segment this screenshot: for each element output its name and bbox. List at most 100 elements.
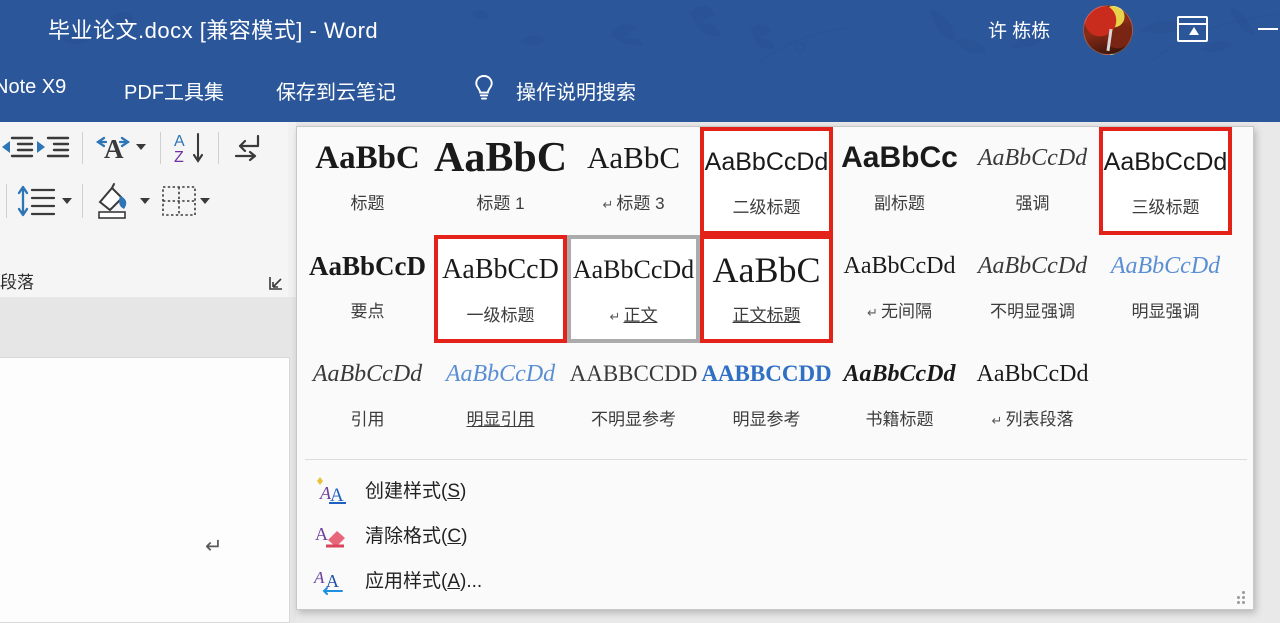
style-preview: AaBbC	[587, 140, 680, 175]
style-name: 副标题	[874, 189, 925, 214]
shading-icon[interactable]	[90, 180, 136, 222]
style-item-标题[interactable]: AaBbC 标题	[301, 127, 434, 235]
increase-indent-icon[interactable]	[34, 130, 72, 164]
sort-az-icon[interactable]: A Z	[168, 128, 212, 168]
style-item-正文标题[interactable]: AaBbC 正文标题	[700, 235, 833, 343]
borders-dropdown-arrow-icon[interactable]	[200, 198, 210, 204]
style-preview: AaBbCcDd	[843, 360, 956, 387]
style-name-text: 明显参考	[732, 410, 801, 429]
style-preview: AaBbCcDd	[1110, 252, 1221, 279]
ribbon-tab-bar: Note X9 PDF工具集 保存到云笔记 操作说明搜索	[0, 62, 1280, 122]
style-preview: AaBbCcDd	[843, 252, 956, 279]
style-item-书籍标题[interactable]: AaBbCcDd 书籍标题	[833, 343, 966, 451]
avatar[interactable]	[1083, 5, 1133, 55]
menu-label-pre: 应用样式(	[365, 571, 448, 592]
style-item-二级标题[interactable]: AaBbCcDd 二级标题	[700, 127, 833, 235]
style-name-text: 三级标题	[1131, 198, 1200, 217]
tab-tell-me[interactable]: 操作说明搜索	[516, 76, 636, 105]
menu-item-label: 清除格式(C)	[365, 521, 467, 548]
line-spacing-dropdown-arrow-icon[interactable]	[62, 198, 72, 204]
style-name-text: 要点	[350, 302, 385, 321]
style-preview: AaBbCcDd	[976, 360, 1089, 387]
style-item-标题 3[interactable]: AaBbC ↵ 标题 3	[567, 127, 700, 235]
style-name-text: 标题 3	[616, 194, 665, 213]
style-name-text: 标题 1	[476, 194, 525, 213]
create-style-icon: AA	[313, 475, 347, 506]
text-direction-icon[interactable]: A	[92, 128, 134, 166]
ribbon-surface: A A Z 段落	[0, 122, 296, 297]
lightbulb-icon	[475, 75, 493, 100]
style-item-不明显强调[interactable]: AaBbCcDd 不明显强调	[966, 235, 1099, 343]
paragraph-dialog-launcher-icon[interactable]	[268, 275, 284, 291]
style-item-明显参考[interactable]: AABBCCDD 明显参考	[700, 343, 833, 451]
style-item-副标题[interactable]: AaBbCc 副标题	[833, 127, 966, 235]
style-name-text: 正文	[623, 306, 658, 325]
style-name: 明显参考	[733, 405, 801, 430]
pilcrow-icon: ↵	[609, 309, 621, 324]
clear-formatting-icon: A	[313, 520, 347, 550]
menu-item-apply-styles[interactable]: A A 应用样式(A)...	[305, 557, 1247, 602]
svg-text:A: A	[315, 524, 328, 544]
menu-item-clear-formatting[interactable]: A 清除格式(C)	[305, 512, 1247, 557]
style-name: 一级标题	[467, 301, 535, 326]
style-name: ↵ 标题 3	[602, 189, 664, 214]
style-name: 强调	[1016, 189, 1050, 214]
document-page[interactable]	[0, 357, 290, 623]
style-name-text: 引用	[350, 410, 385, 429]
tab-pdf-tools[interactable]: PDF工具集	[124, 76, 224, 105]
borders-icon[interactable]	[158, 182, 200, 220]
style-preview: AABBCCDD	[569, 361, 698, 386]
svg-text:A: A	[174, 133, 185, 150]
style-item-正文[interactable]: AaBbCcDd ↵ 正文	[567, 235, 700, 343]
style-item-列表段落[interactable]: AaBbCcDd ↵ 列表段落	[966, 343, 1099, 451]
ribbon-separator	[6, 184, 7, 218]
shading-dropdown-arrow-icon[interactable]	[140, 198, 150, 204]
ribbon-separator	[82, 132, 83, 164]
style-name-text: 不明显参考	[591, 410, 676, 429]
style-item-明显强调[interactable]: AaBbCcDd 明显强调	[1099, 235, 1232, 343]
style-preview: AaBbC	[434, 135, 567, 181]
style-name: 明显引用	[467, 405, 535, 430]
style-item-标题 1[interactable]: AaBbC 标题 1	[434, 127, 567, 235]
style-item-不明显参考[interactable]: AABBCCDD 不明显参考	[567, 343, 700, 451]
menu-label-accel: S	[447, 481, 461, 502]
style-item-一级标题[interactable]: AaBbCcD 一级标题	[434, 235, 567, 343]
tab-save-to-cloud-note[interactable]: 保存到云笔记	[276, 76, 396, 105]
style-name: 要点	[351, 297, 385, 322]
style-name-text: 强调	[1015, 194, 1050, 213]
style-preview: AaBbCcDd	[572, 255, 695, 284]
style-name: 二级标题	[733, 193, 801, 218]
style-preview: AaBbCcD	[442, 254, 559, 285]
menu-label-accel: A	[447, 571, 461, 592]
style-name: ↵ 列表段落	[992, 405, 1074, 430]
style-preview: AaBbCcD	[308, 250, 426, 281]
style-item-明显引用[interactable]: AaBbCcDd 明显引用	[434, 343, 567, 451]
style-item-引用[interactable]: AaBbCcDd 引用	[301, 343, 434, 451]
line-spacing-icon[interactable]	[14, 182, 58, 220]
style-name: ↵ 正文	[610, 301, 658, 326]
menu-label-pre: 创建样式(	[365, 481, 448, 502]
decrease-indent-icon[interactable]	[0, 130, 36, 164]
style-item-三级标题[interactable]: AaBbCcDd 三级标题	[1099, 127, 1232, 235]
text-direction-dropdown-arrow-icon[interactable]	[136, 144, 146, 150]
menu-item-create-style[interactable]: A A 创建样式(S)	[305, 467, 1247, 512]
ribbon-separator	[82, 184, 83, 218]
style-name: 不明显参考	[591, 405, 676, 430]
style-name-text: 二级标题	[732, 198, 801, 217]
pilcrow-icon: ↵	[991, 413, 1003, 428]
pilcrow-icon: ↵	[867, 305, 878, 320]
style-item-无间隔[interactable]: AaBbCcDd ↵ 无间隔	[833, 235, 966, 343]
style-preview: AaBbCcDd	[312, 360, 423, 387]
ribbon-display-options-icon[interactable]	[1177, 16, 1208, 42]
show-formatting-marks-icon[interactable]	[228, 130, 268, 166]
pilcrow-icon: ↵	[602, 197, 614, 212]
style-preview: AaBbCcDd	[445, 360, 556, 387]
style-name-text: 书籍标题	[865, 410, 934, 429]
style-name: 引用	[351, 405, 385, 430]
minimize-button[interactable]	[1258, 28, 1278, 30]
ribbon-separator	[160, 132, 161, 164]
resize-grip-icon[interactable]	[1234, 591, 1246, 604]
style-item-要点[interactable]: AaBbCcD 要点	[301, 235, 434, 343]
tab-endnote[interactable]: Note X9	[0, 76, 66, 99]
style-item-强调[interactable]: AaBbCcDd 强调	[966, 127, 1099, 235]
